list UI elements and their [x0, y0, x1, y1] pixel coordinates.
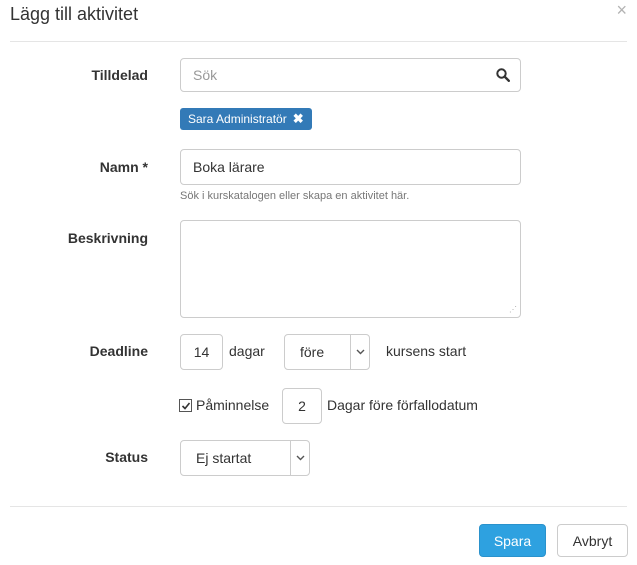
assigned-search-input[interactable]: Sök	[180, 58, 521, 92]
footer-divider	[10, 506, 627, 507]
name-help-text: Sök i kurskatalogen eller skapa en aktiv…	[180, 190, 410, 202]
deadline-days-unit: dagar	[229, 343, 265, 359]
reminder-checkbox[interactable]	[179, 399, 192, 412]
modal-title: Lägg till aktivitet	[10, 4, 139, 24]
close-icon[interactable]: ×	[616, 0, 627, 20]
header-divider	[10, 41, 627, 42]
reminder-days-value: 2	[298, 398, 306, 414]
status-label: Status	[105, 449, 148, 465]
assigned-label: Tilldelad	[91, 67, 148, 83]
search-icon[interactable]	[496, 68, 510, 82]
description-label: Beskrivning	[67, 230, 148, 246]
deadline-days-value: 14	[193, 344, 210, 360]
reminder-label: Påminnelse	[196, 397, 270, 413]
deadline-relation-value: före	[300, 344, 325, 360]
deadline-label: Deadline	[89, 343, 148, 359]
deadline-relation-select[interactable]: före	[284, 334, 370, 370]
checkbox-checked-icon	[181, 401, 190, 410]
search-placeholder: Sök	[193, 67, 218, 83]
assigned-user-tag: Sara Administratör ✖	[180, 108, 312, 130]
name-input-value: Boka lärare	[193, 159, 265, 175]
chevron-down-icon	[350, 335, 369, 369]
chevron-down-icon	[290, 441, 309, 475]
description-textarea[interactable]: ⋰	[180, 220, 521, 318]
deadline-days-input[interactable]: 14	[180, 334, 223, 370]
status-select[interactable]: Ej startat	[180, 440, 310, 476]
save-button[interactable]: Spara	[479, 524, 546, 557]
reminder-days-input[interactable]: 2	[282, 388, 322, 424]
resize-grip-icon[interactable]: ⋰	[509, 305, 517, 314]
deadline-suffix: kursens start	[386, 343, 467, 359]
assigned-user-tag-label: Sara Administratör	[188, 112, 287, 126]
reminder-suffix: Dagar före förfallodatum	[327, 397, 478, 413]
remove-tag-icon[interactable]: ✖	[293, 111, 304, 127]
status-value: Ej startat	[196, 450, 252, 466]
name-input[interactable]: Boka lärare	[180, 149, 521, 185]
name-label: Namn *	[99, 159, 148, 175]
cancel-button[interactable]: Avbryt	[557, 524, 628, 557]
